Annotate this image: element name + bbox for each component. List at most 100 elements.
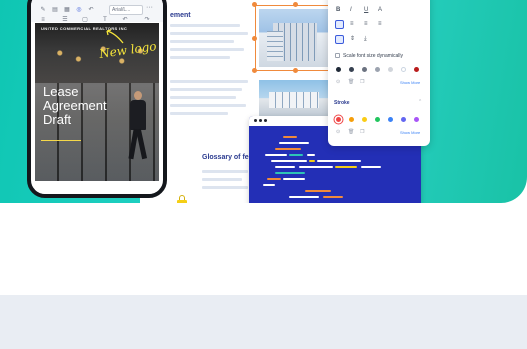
- pen-icon[interactable]: ✎: [39, 6, 47, 14]
- code-line: [283, 136, 297, 138]
- settings-icon[interactable]: ⊙: [336, 79, 340, 85]
- chevron-up-icon[interactable]: ⌃: [418, 99, 422, 105]
- trash-icon[interactable]: 🗑: [348, 129, 354, 135]
- align-center-icon[interactable]: ≡: [350, 20, 354, 28]
- phone-toolbar: ✎ ▤ ▦ ◎ ↶ Arial/L... ··· ≡ ☰ ▢ T ↶ ↷: [31, 0, 163, 23]
- color-swatch[interactable]: [414, 67, 419, 72]
- text-line: [202, 186, 248, 189]
- code-line: [275, 166, 295, 168]
- text-line: [170, 104, 246, 107]
- show-more-link[interactable]: Show More: [400, 80, 420, 85]
- italic-icon[interactable]: I: [350, 6, 352, 14]
- page: ement Glossary of ferr B I U A ≡ ≡ ≡ ⇕ ⤓…: [0, 0, 527, 349]
- color-swatch[interactable]: [349, 117, 354, 122]
- stroke-section-label: Stroke: [334, 100, 350, 106]
- code-line: [267, 178, 281, 180]
- resize-handle[interactable]: [252, 36, 257, 41]
- font-select[interactable]: Arial/L...: [109, 5, 143, 15]
- code-line: [309, 160, 315, 162]
- code-line: [299, 166, 333, 168]
- text-line: [170, 56, 230, 59]
- valign-middle-icon[interactable]: ⇕: [350, 35, 355, 43]
- poster-title-line: Agreement: [43, 98, 107, 113]
- text-line: [170, 96, 236, 99]
- code-line: [275, 172, 305, 174]
- scale-font-checkbox[interactable]: [335, 53, 340, 58]
- color-swatch[interactable]: [375, 117, 380, 122]
- scale-font-label: Scale font size dynamically: [343, 53, 404, 59]
- code-line: [289, 154, 303, 156]
- align-right-icon[interactable]: ≡: [364, 20, 368, 28]
- more-icon[interactable]: ···: [146, 4, 153, 11]
- copy-icon[interactable]: ❐: [360, 129, 364, 135]
- copy-icon[interactable]: ❐: [360, 79, 364, 85]
- poster-title-line: Draft: [43, 112, 72, 127]
- highlighter-icon[interactable]: ▤: [51, 6, 59, 14]
- color-swatch[interactable]: [388, 117, 393, 122]
- window-dot-icon: [254, 119, 257, 122]
- resize-handle[interactable]: [293, 68, 298, 73]
- lock-body: [177, 200, 187, 203]
- resize-handle[interactable]: [293, 2, 298, 7]
- bold-icon[interactable]: B: [336, 6, 340, 14]
- undo-icon[interactable]: ↶: [87, 6, 95, 14]
- text-line: [170, 40, 234, 43]
- text-line: [170, 32, 248, 35]
- lease-poster[interactable]: UNITED COMMERCIAL REALTORS INC New logo …: [35, 23, 159, 181]
- poster-title: Lease Agreement Draft: [43, 85, 107, 127]
- color-swatch[interactable]: [336, 67, 341, 72]
- phone-device: ✎ ▤ ▦ ◎ ↶ Arial/L... ··· ≡ ☰ ▢ T ↶ ↷ UNI…: [27, 0, 167, 198]
- code-line: [265, 154, 287, 156]
- text-line: [202, 178, 242, 181]
- code-line: [275, 148, 301, 150]
- align-left-icon[interactable]: [335, 20, 344, 29]
- hero-banner: ement Glossary of ferr B I U A ≡ ≡ ≡ ⇕ ⤓…: [0, 0, 527, 203]
- code-line: [279, 142, 309, 144]
- code-line: [317, 160, 361, 162]
- trash-icon[interactable]: 🗑: [348, 79, 354, 85]
- color-swatch[interactable]: [401, 117, 406, 122]
- color-swatch[interactable]: [388, 67, 393, 72]
- person-head: [134, 91, 142, 100]
- businessman-figure: [127, 91, 149, 161]
- lock-icon: [177, 195, 187, 203]
- color-swatch[interactable]: [336, 117, 341, 122]
- align-justify-icon[interactable]: ≡: [378, 20, 382, 28]
- code-line: [307, 154, 315, 156]
- font-color-icon[interactable]: A: [378, 6, 382, 14]
- campus-photo[interactable]: [259, 80, 331, 120]
- valign-top-icon[interactable]: [335, 35, 344, 44]
- glossary-heading: Glossary of ferr: [202, 154, 255, 161]
- code-line: [323, 196, 343, 198]
- color-swatch[interactable]: [375, 67, 380, 72]
- resize-handle[interactable]: [252, 2, 257, 7]
- code-line: [263, 184, 275, 186]
- building-tower: [267, 31, 283, 61]
- code-line: [361, 166, 381, 168]
- color-swatch[interactable]: [362, 117, 367, 122]
- color-swatch[interactable]: [362, 67, 367, 72]
- properties-panel: B I U A ≡ ≡ ≡ ⇕ ⤓ Scale font size dynami…: [328, 0, 430, 146]
- show-more-link[interactable]: Show More: [400, 130, 420, 135]
- shape-icon[interactable]: ◎: [75, 6, 83, 14]
- resize-handle[interactable]: [252, 68, 257, 73]
- layers-icon[interactable]: ▦: [63, 6, 71, 14]
- code-line: [271, 160, 307, 162]
- code-line: [283, 178, 305, 180]
- text-line: [170, 88, 242, 91]
- color-swatch[interactable]: [349, 67, 354, 72]
- color-swatch[interactable]: [401, 67, 406, 72]
- code-line: [305, 190, 331, 192]
- code-line: [289, 196, 319, 198]
- color-swatch[interactable]: [414, 117, 419, 122]
- phone-home-area: [35, 181, 159, 194]
- text-line: [170, 80, 248, 83]
- valign-bottom-icon[interactable]: ⤓: [364, 35, 367, 43]
- person-leg: [135, 128, 148, 160]
- window-dot-icon: [264, 119, 267, 122]
- underline-icon[interactable]: U: [364, 6, 368, 14]
- window-dot-icon: [259, 119, 262, 122]
- building-photo[interactable]: [259, 9, 331, 67]
- settings-icon[interactable]: ⊙: [336, 129, 340, 135]
- bottom-band: [0, 295, 527, 349]
